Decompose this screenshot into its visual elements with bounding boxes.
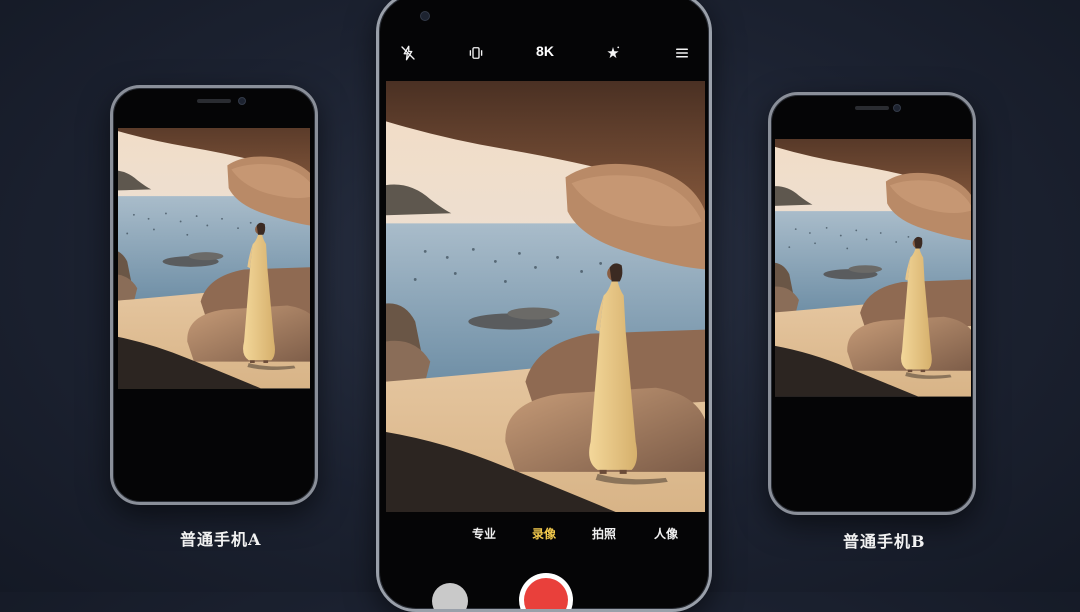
beach-cave-photo [386,81,705,512]
camera-preview [775,139,971,403]
earpiece [197,99,231,103]
phone-a [110,85,318,505]
phone-b [768,92,976,515]
mode-video[interactable]: 录像 [532,525,556,542]
record-button-inner [524,578,568,609]
mode-pro[interactable]: 专业 [472,525,496,542]
magic-sparkle-icon[interactable] [599,39,627,67]
camera-viewfinder[interactable] [386,81,705,512]
vibration-stabilize-icon[interactable] [462,39,490,67]
resolution-8k-toggle[interactable]: 8K [536,43,554,59]
front-camera [893,104,901,112]
camera-mode-bar: 专业 录像 拍照 人像 [379,525,709,549]
record-button[interactable] [519,573,573,609]
beach-cave-photo [775,139,971,397]
gallery-thumbnail[interactable] [432,583,468,609]
camera-preview [118,128,310,395]
phone-b-caption: 普通手机B [843,532,926,551]
front-camera [420,11,430,21]
mode-portrait[interactable]: 人像 [654,525,678,542]
phone-camera-app: 8K 专业 录像 拍照 人像 [376,0,712,612]
front-camera [238,97,246,105]
mode-photo[interactable]: 拍照 [592,525,616,542]
phone-a-caption: 普通手机A [180,530,262,549]
earpiece [855,106,889,110]
hamburger-menu-icon[interactable] [668,39,696,67]
camera-toolbar: 8K [379,39,709,69]
beach-cave-photo [118,128,310,389]
flash-off-icon[interactable] [394,39,422,67]
